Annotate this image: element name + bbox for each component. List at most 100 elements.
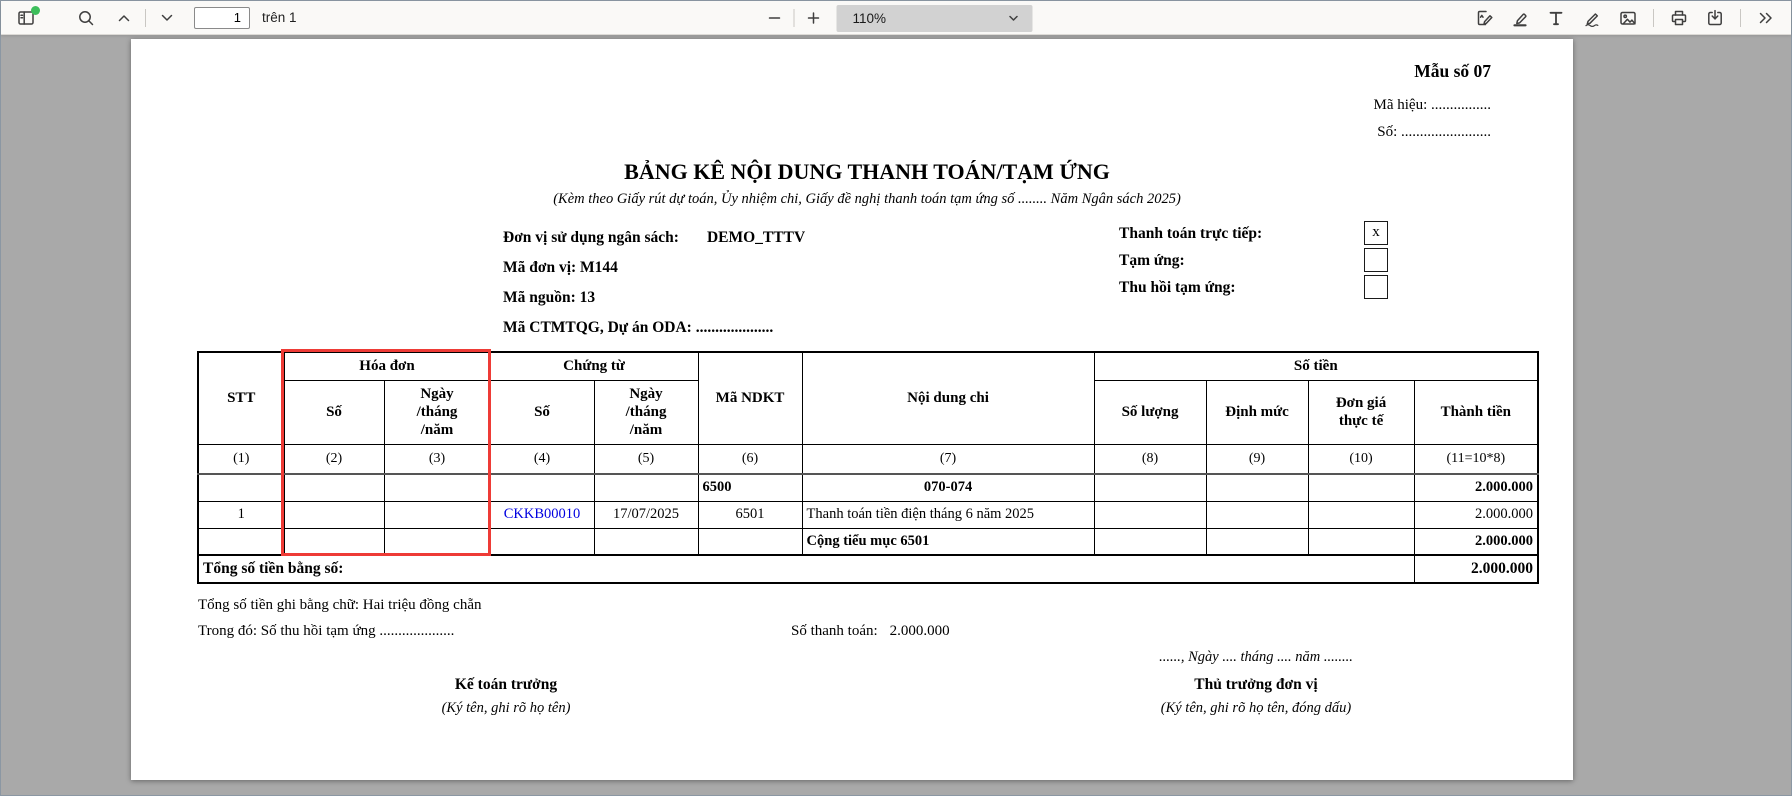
table-row-subtotal-6501: Cộng tiểu mục 6501 2.000.000 <box>197 527 1539 556</box>
chevron-down-icon <box>161 14 173 21</box>
cell-invoice-no <box>283 473 385 502</box>
signature-title-chief-accountant: Kế toán trưởng <box>454 676 558 693</box>
col-header-invoice-date: Ngày /tháng /năm <box>383 379 491 445</box>
checkbox-label-advance: Tạm ứng: <box>1119 252 1185 269</box>
next-page-button[interactable] <box>152 4 182 32</box>
amount-in-words-line: Tổng số tiền ghi bằng chữ: Hai triệu đồn… <box>198 597 482 613</box>
cell-amount: 2.000.000 <box>1413 500 1539 529</box>
zoom-level-value: 110% <box>852 10 887 26</box>
fill-sign-button[interactable] <box>1469 4 1499 32</box>
info-line-unit-code: Mã đơn vị: M144 <box>503 259 618 276</box>
signature-note-unit-head: (Ký tên, ghi rõ họ tên, đóng dấu) <box>1160 700 1352 716</box>
add-text-icon <box>1549 11 1563 25</box>
cell-content: Cộng tiểu mục 6501 <box>801 527 1095 556</box>
numbering-cell: (9) <box>1205 443 1309 475</box>
unit-label: Đơn vị sử dụng ngân sách: <box>503 229 679 246</box>
cell-invoice-no <box>283 500 385 529</box>
form-serial-line: Số: ........................ <box>1377 124 1491 140</box>
cell-ndkt: 6500 <box>697 473 803 502</box>
cell-voucher-date <box>593 473 699 502</box>
prev-page-button[interactable] <box>109 4 139 32</box>
payment-amount-line: Số thanh toán: 2.000.000 <box>791 623 950 640</box>
chevron-down-icon <box>1009 15 1018 21</box>
toolbar-divider <box>145 8 146 27</box>
zoom-level-select[interactable]: 110% <box>836 4 1033 32</box>
col-header-invoice-group: Hóa đơn <box>283 351 491 381</box>
zoom-in-button[interactable] <box>799 4 829 32</box>
minus-icon <box>768 17 781 19</box>
add-image-button[interactable] <box>1613 4 1643 32</box>
cell-unit-price <box>1307 473 1415 502</box>
cell-content: 070-074 <box>801 473 1095 502</box>
advance-recovery-line: Trong đó: Số thu hồi tạm ứng ...........… <box>198 623 455 639</box>
checkbox-advance <box>1364 248 1388 272</box>
page-count-label: trên 1 <box>262 10 297 25</box>
cell-amount: 2.000.000 <box>1413 527 1539 556</box>
page-number-input[interactable] <box>194 6 250 29</box>
signature-date-line: ......, Ngày .... tháng .... năm .......… <box>1159 649 1353 665</box>
document-title: BẢNG KÊ NỘI DUNG THANH TOÁN/TẠM ỨNG <box>624 159 1110 184</box>
toolbar-right-group <box>1469 4 1781 32</box>
unit-value: DEMO_TTTV <box>706 229 806 246</box>
toolbar-divider <box>1653 8 1654 27</box>
column-numbering-row: (1) (2) (3) (4) (5) (6) (7) (8) (9) (10)… <box>197 443 1539 475</box>
toolbar: trên 1 110% <box>1 1 1791 35</box>
draw-button[interactable] <box>1577 4 1607 32</box>
info-line-program-code: Mã CTMTQG, Dự án ODA: ..................… <box>503 319 774 336</box>
col-header-ndkt: Mã NDKT <box>697 351 803 445</box>
cell-norm <box>1205 473 1309 502</box>
cell-amount: 2.000.000 <box>1413 473 1539 502</box>
total-label: Tổng số tiền bằng số: <box>197 554 1415 584</box>
notification-dot <box>31 5 40 15</box>
zoom-out-button[interactable] <box>760 4 790 32</box>
cell-stt <box>197 473 285 502</box>
numbering-cell: (4) <box>489 443 595 475</box>
fill-sign-icon <box>1477 10 1493 25</box>
payment-label: Số thanh toán: <box>791 623 878 639</box>
save-button[interactable] <box>1700 4 1730 32</box>
payment-amount: 2.000.000 <box>889 623 950 639</box>
cell-voucher-date: 17/07/2025 <box>593 500 699 529</box>
search-icon <box>79 10 94 25</box>
cell-unit-price <box>1307 527 1415 556</box>
pen-icon <box>1585 12 1599 27</box>
checkbox-label-advance-recovery: Thu hồi tạm ứng: <box>1119 279 1236 296</box>
add-text-button[interactable] <box>1541 4 1571 32</box>
numbering-cell: (6) <box>697 443 803 475</box>
signature-title-unit-head: Thủ trưởng đơn vị <box>1194 676 1318 693</box>
highlight-button[interactable] <box>1505 4 1535 32</box>
plus-icon <box>807 12 820 24</box>
cell-voucher-no <box>489 473 595 502</box>
cell-stt: 1 <box>197 500 285 529</box>
cell-invoice-date <box>383 473 491 502</box>
total-amount: 2.000.000 <box>1413 554 1539 584</box>
table-total-row: Tổng số tiền bằng số: 2.000.000 <box>197 554 1539 584</box>
toolbar-divider <box>793 9 795 27</box>
numbering-cell: (5) <box>593 443 699 475</box>
numbering-cell: (8) <box>1093 443 1207 475</box>
document-subtitle: (Kèm theo Giấy rút dự toán, Ủy nhiệm chi… <box>553 191 1181 207</box>
table-row-group-6500: 6500 070-074 2.000.000 <box>197 473 1539 502</box>
table-row-detail: 1 CKKB00010 17/07/2025 6501 Thanh toán t… <box>197 500 1539 529</box>
col-header-invoice-number: Số <box>283 379 385 445</box>
image-icon <box>1620 11 1636 25</box>
numbering-cell: (2) <box>283 443 385 475</box>
payment-details-table: STT Hóa đơn Chứng từ Mã NDKT Nội dung ch… <box>197 351 1540 584</box>
search-button[interactable] <box>71 4 101 32</box>
checkbox-label-direct-payment: Thanh toán trực tiếp: <box>1119 225 1263 242</box>
pdf-page: Mẫu số 07 Mã hiệu: ................ Số: … <box>131 39 1573 780</box>
toolbar-left-group: trên 1 <box>11 4 297 32</box>
form-number: Mẫu số 07 <box>1414 61 1491 81</box>
numbering-cell: (7) <box>801 443 1095 475</box>
document-viewport[interactable]: Mẫu số 07 Mã hiệu: ................ Số: … <box>1 35 1791 795</box>
print-button[interactable] <box>1664 4 1694 32</box>
cell-unit-price <box>1307 500 1415 529</box>
voucher-number-link[interactable]: CKKB00010 <box>489 500 595 529</box>
cell-ndkt <box>697 527 803 556</box>
cell-quantity <box>1093 500 1207 529</box>
numbering-cell: (1) <box>197 443 285 475</box>
col-header-amount-group: Số tiền <box>1093 351 1539 381</box>
checkbox-direct-payment: x <box>1364 221 1388 245</box>
more-tools-button[interactable] <box>1751 4 1781 32</box>
sidebar-toggle-button[interactable] <box>11 4 41 32</box>
